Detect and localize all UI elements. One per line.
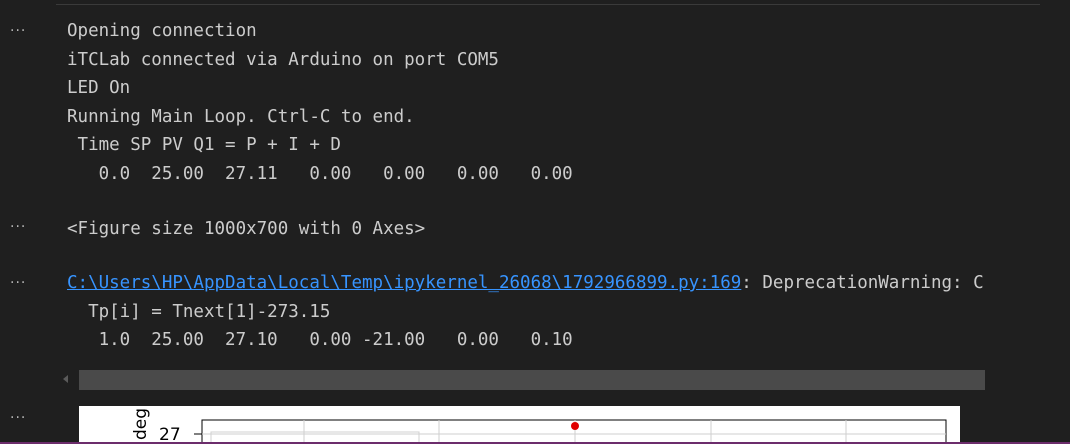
- previous-cell-border: [56, 0, 1040, 5]
- output-line: iTCLab connected via Arduino on port COM…: [67, 50, 499, 70]
- file-path-link[interactable]: C:\Users\HP\AppData\Local\Temp\ipykernel…: [67, 273, 741, 293]
- plot-image: deg 27: [79, 406, 960, 444]
- cell-output-menu-icon[interactable]: ···: [10, 24, 40, 38]
- plot-data-point: [571, 422, 579, 430]
- output-line: 0.0 25.00 27.11 0.00 0.00 0.00 0.00: [67, 164, 573, 184]
- plot-svg: deg 27: [131, 408, 947, 444]
- output-line: LED On: [67, 78, 131, 98]
- output-line: 1.0 25.00 27.10 0.00 -21.00 0.00 0.10: [67, 330, 573, 350]
- output-line: Opening connection: [67, 21, 257, 41]
- warning-text: : DeprecationWarning: C: [741, 273, 984, 293]
- horizontal-scrollbar[interactable]: [79, 370, 985, 390]
- warning-line: C:\Users\HP\AppData\Local\Temp\ipykernel…: [67, 273, 984, 293]
- output-line: <Figure size 1000x700 with 0 Axes>: [67, 219, 426, 239]
- plot-ylabel: deg: [131, 408, 151, 440]
- output-line: Time SP PV Q1 = P + I + D: [67, 135, 341, 155]
- cell-output-menu-icon[interactable]: ···: [10, 411, 40, 425]
- output-line: Running Main Loop. Ctrl-C to end.: [67, 107, 415, 127]
- cell-output-menu-icon[interactable]: ···: [10, 220, 40, 234]
- scroll-left-arrow-icon[interactable]: [63, 375, 68, 383]
- cell-output-menu-icon[interactable]: ···: [10, 276, 40, 290]
- output-line: Tp[i] = Tnext[1]-273.15: [67, 302, 331, 322]
